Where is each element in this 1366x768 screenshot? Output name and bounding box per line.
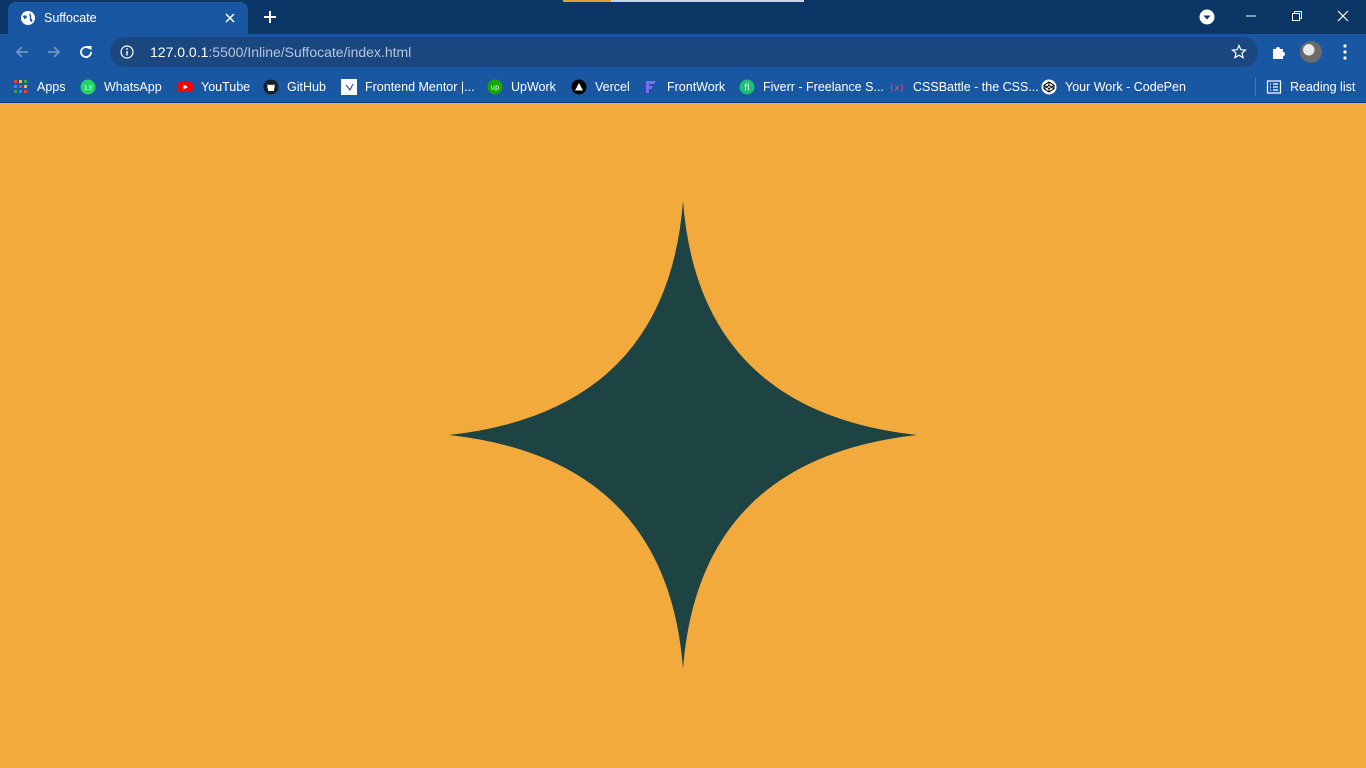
codepen-icon bbox=[1041, 79, 1057, 95]
close-tab-icon[interactable] bbox=[222, 10, 238, 26]
url-host: 127.0.0.1 bbox=[150, 44, 209, 60]
tab-suffocate[interactable]: Suffocate bbox=[8, 2, 248, 34]
bookmark-cssbattle[interactable]: (x) CSSBattle - the CSS... bbox=[889, 75, 1039, 99]
bookmark-label: Apps bbox=[37, 80, 66, 94]
bookmark-frontend-mentor[interactable]: Frontend Mentor |... bbox=[341, 75, 475, 99]
github-icon bbox=[263, 79, 279, 95]
tab-strip: Suffocate bbox=[0, 0, 1366, 34]
close-window-button[interactable] bbox=[1320, 0, 1366, 32]
bookmark-label: Your Work - CodePen bbox=[1065, 80, 1186, 94]
frontend-mentor-icon bbox=[341, 79, 357, 95]
bookmark-whatsapp[interactable]: 13 WhatsApp bbox=[80, 75, 162, 99]
minimize-button[interactable] bbox=[1228, 0, 1274, 32]
bookmarks-bar: Apps 13 WhatsApp YouTube GitHub Frontend… bbox=[0, 70, 1366, 103]
svg-text:(x): (x) bbox=[889, 84, 904, 94]
fiverr-icon: fi bbox=[739, 79, 755, 95]
svg-text:up: up bbox=[491, 84, 500, 92]
bookmark-frontwork[interactable]: FrontWork bbox=[643, 75, 725, 99]
bookmark-label: YouTube bbox=[201, 80, 251, 94]
whatsapp-badge: 13 bbox=[84, 84, 93, 92]
tab-strip-accent bbox=[611, 0, 804, 2]
back-button[interactable] bbox=[8, 38, 36, 66]
bookmark-apps[interactable]: Apps bbox=[13, 75, 66, 99]
cssbattle-icon: (x) bbox=[889, 79, 905, 95]
upwork-icon: up bbox=[487, 79, 503, 95]
bookmark-label: Fiverr - Freelance S... bbox=[763, 80, 884, 94]
bookmarks-divider bbox=[1255, 78, 1256, 96]
bookmark-label: CSSBattle - the CSS... bbox=[913, 80, 1039, 94]
url-path: :5500/Inline/Suffocate/index.html bbox=[208, 44, 412, 60]
address-bar[interactable]: 127.0.0.1:5500/Inline/Suffocate/index.ht… bbox=[110, 37, 1258, 67]
star-shape-path bbox=[449, 201, 917, 669]
bookmark-label: Frontend Mentor |... bbox=[365, 80, 475, 94]
browser-toolbar: 127.0.0.1:5500/Inline/Suffocate/index.ht… bbox=[0, 34, 1366, 70]
svg-text:fi: fi bbox=[744, 84, 750, 94]
bookmark-label: Vercel bbox=[595, 80, 630, 94]
bookmark-label: GitHub bbox=[287, 80, 326, 94]
page-content bbox=[0, 103, 1366, 768]
bookmark-youtube[interactable]: YouTube bbox=[177, 75, 250, 99]
youtube-icon bbox=[177, 79, 193, 95]
tab-search-icon[interactable] bbox=[1197, 7, 1217, 27]
bookmark-star-icon[interactable] bbox=[1230, 43, 1248, 61]
four-point-star bbox=[449, 201, 917, 669]
globe-icon bbox=[20, 10, 36, 26]
bookmark-fiverr[interactable]: fi Fiverr - Freelance S... bbox=[739, 75, 884, 99]
site-info-icon[interactable] bbox=[118, 43, 136, 61]
bookmark-github[interactable]: GitHub bbox=[263, 75, 326, 99]
bookmark-label: FrontWork bbox=[667, 80, 726, 94]
frontwork-icon bbox=[643, 79, 659, 95]
url-text[interactable]: 127.0.0.1:5500/Inline/Suffocate/index.ht… bbox=[150, 44, 411, 60]
bookmark-label: WhatsApp bbox=[104, 80, 162, 94]
reading-list-icon bbox=[1266, 79, 1282, 95]
vercel-icon bbox=[571, 79, 587, 95]
forward-button[interactable] bbox=[40, 38, 68, 66]
more-menu-icon[interactable] bbox=[1334, 41, 1356, 63]
reading-list-button[interactable]: Reading list bbox=[1266, 75, 1355, 99]
reload-button[interactable] bbox=[72, 38, 100, 66]
bookmark-upwork[interactable]: up UpWork bbox=[487, 75, 556, 99]
restore-button[interactable] bbox=[1274, 0, 1320, 32]
profile-avatar[interactable] bbox=[1300, 41, 1322, 63]
tab-strip-accent bbox=[563, 0, 611, 2]
reading-list-label: Reading list bbox=[1290, 80, 1356, 94]
extensions-icon[interactable] bbox=[1268, 41, 1290, 63]
new-tab-button[interactable] bbox=[258, 5, 282, 29]
tab-title: Suffocate bbox=[44, 11, 97, 25]
whatsapp-icon: 13 bbox=[80, 79, 96, 95]
bookmark-vercel[interactable]: Vercel bbox=[571, 75, 630, 99]
bookmark-label: UpWork bbox=[511, 80, 556, 94]
bookmark-codepen[interactable]: Your Work - CodePen bbox=[1041, 75, 1186, 99]
apps-grid-icon bbox=[13, 79, 29, 95]
